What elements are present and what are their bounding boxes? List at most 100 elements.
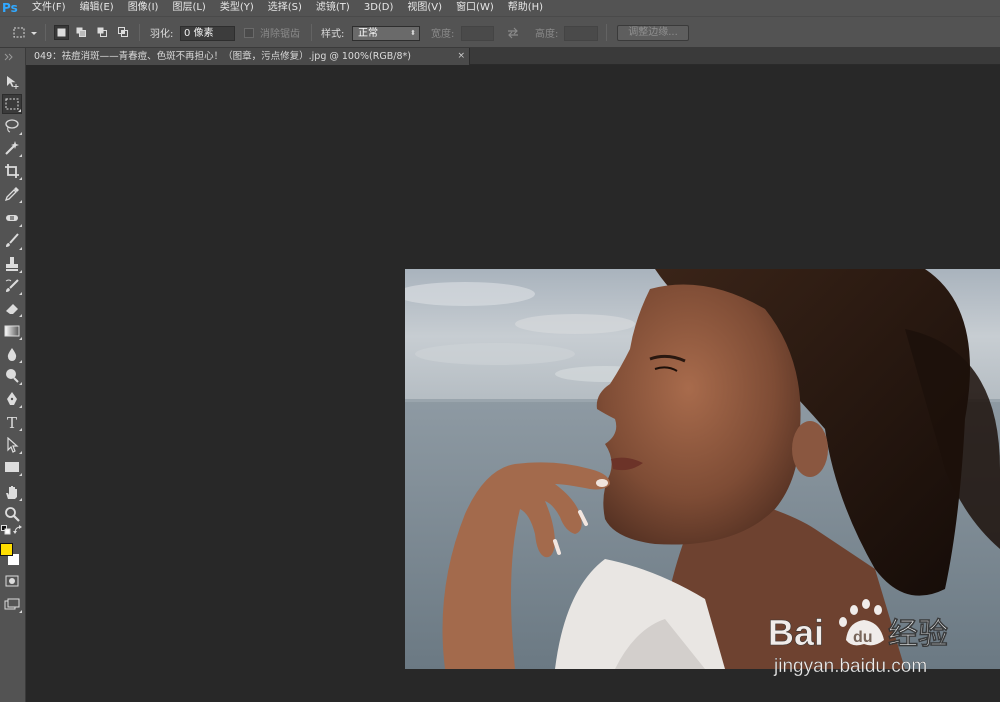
swap-arrows-icon: [508, 27, 518, 38]
baidu-logo: Bai du 经验 jingyan.baidu.com: [768, 599, 948, 677]
brush-icon: [6, 233, 19, 247]
svg-text:T: T: [7, 414, 17, 430]
pen-icon: [7, 392, 17, 405]
type-tool[interactable]: T: [2, 412, 22, 432]
menu-image[interactable]: 图像(I): [121, 0, 166, 16]
collapse-arrows-icon: [4, 53, 13, 61]
tools-panel: T: [0, 66, 26, 702]
zoom-icon: [5, 507, 20, 522]
default-colors-icon: [1, 525, 11, 535]
style-label: 样式:: [321, 29, 345, 40]
pen-tool[interactable]: [2, 389, 22, 409]
rectangle-tool[interactable]: [2, 457, 22, 477]
menu-select[interactable]: 选择(S): [261, 0, 309, 16]
width-input[interactable]: [461, 26, 494, 41]
move-icon: [7, 76, 19, 89]
gradient-tool[interactable]: [2, 321, 22, 341]
dodge-tool[interactable]: [2, 366, 22, 386]
height-label: 高度:: [535, 29, 559, 40]
path-select-icon: [7, 437, 19, 453]
close-tab-icon[interactable]: ×: [457, 48, 465, 65]
eraser-icon: [6, 304, 18, 314]
menu-help[interactable]: 帮助(H): [501, 0, 550, 16]
dodge-icon: [6, 369, 19, 383]
bandage-icon: [6, 215, 18, 221]
feather-input[interactable]: 0 像素: [180, 26, 235, 41]
dropdown-caret-icon: ⬍: [410, 29, 416, 37]
eyedropper-icon: [4, 187, 19, 202]
subtract-selection-icon: [97, 27, 107, 37]
menu-bar: Ps 文件(F) 编辑(E) 图像(I) 图层(L) 类型(Y) 选择(S) 滤…: [0, 0, 1000, 16]
swap-colors-button[interactable]: [12, 524, 24, 536]
toolbar-grip[interactable]: [0, 48, 26, 66]
height-input[interactable]: [564, 26, 598, 41]
clone-stamp-tool[interactable]: [2, 254, 22, 274]
swap-colors-icon: [13, 525, 22, 534]
refine-edge-button[interactable]: 调整边缘...: [617, 25, 689, 41]
magic-wand-tool[interactable]: [2, 138, 22, 158]
menu-window[interactable]: 窗口(W): [449, 0, 501, 16]
rectangular-marquee-tool[interactable]: [2, 94, 22, 114]
antialias-checkbox[interactable]: [244, 27, 254, 38]
gradient-icon: [4, 325, 20, 337]
crop-tool[interactable]: [2, 161, 22, 181]
foreground-color-swatch[interactable]: [0, 543, 13, 556]
antialias-label: 消除锯齿: [260, 29, 300, 40]
screen-mode-icon: [4, 598, 20, 609]
style-dropdown[interactable]: 正常 ⬍: [352, 26, 420, 41]
swap-dimensions-button[interactable]: [506, 17, 520, 48]
add-selection-button[interactable]: [74, 25, 89, 40]
photoshop-logo: Ps: [2, 1, 18, 15]
menu-3d[interactable]: 3D(D): [357, 0, 401, 16]
type-icon: T: [7, 414, 17, 430]
menu-type[interactable]: 类型(Y): [213, 0, 261, 16]
svg-text:du: du: [853, 629, 873, 646]
document-tab-title: 049：祛痘消斑——青春痘、色斑不再担心！（图章，污点修复）.jpg @ 100…: [34, 51, 411, 62]
intersect-selection-icon: [118, 27, 128, 37]
history-brush-tool[interactable]: [2, 276, 22, 296]
path-selection-tool[interactable]: [2, 435, 22, 455]
move-tool[interactable]: [2, 72, 22, 92]
spot-healing-brush-tool[interactable]: [2, 208, 22, 228]
document-tab-bar: 049：祛痘消斑——青春痘、色斑不再担心！（图章，污点修复）.jpg @ 100…: [26, 48, 1000, 65]
eyedropper-tool[interactable]: [2, 184, 22, 204]
add-selection-icon: [76, 27, 86, 37]
baidu-watermark: Bai du 经验 jingyan.baidu.com: [768, 596, 1000, 680]
quick-mask-icon: [5, 575, 19, 587]
quick-mask-button[interactable]: [2, 571, 22, 591]
blur-tool[interactable]: [2, 344, 22, 364]
menu-layer[interactable]: 图层(L): [165, 0, 212, 16]
feather-label: 羽化:: [150, 29, 174, 40]
marquee-icon: [5, 98, 19, 110]
menu-view[interactable]: 视图(V): [400, 0, 449, 16]
menu-filter[interactable]: 滤镜(T): [309, 0, 357, 16]
screen-mode-button[interactable]: [2, 594, 22, 614]
hand-icon: [6, 486, 17, 499]
crop-icon: [5, 164, 19, 178]
lasso-icon: [5, 119, 19, 133]
lasso-tool[interactable]: [2, 116, 22, 136]
hand-tool[interactable]: [2, 482, 22, 502]
baidu-jingyan-text: 经验: [888, 617, 948, 652]
menu-edit[interactable]: 编辑(E): [73, 0, 121, 16]
default-colors-button[interactable]: [0, 524, 12, 536]
menu-file[interactable]: 文件(F): [24, 0, 73, 16]
width-label: 宽度:: [431, 29, 455, 40]
subtract-selection-button[interactable]: [95, 25, 110, 40]
new-selection-icon: [57, 28, 66, 37]
rectangle-shape-icon: [5, 462, 19, 472]
marquee-preset-icon: [13, 27, 37, 37]
style-value: 正常: [358, 28, 378, 39]
options-bar: 羽化: 0 像素 消除锯齿 样式: 正常 ⬍ 宽度: 高度: 调整边缘...: [0, 16, 1000, 48]
eraser-tool[interactable]: [2, 298, 22, 318]
document-tab[interactable]: 049：祛痘消斑——青春痘、色斑不再担心！（图章，污点修复）.jpg @ 100…: [26, 48, 470, 65]
new-selection-button[interactable]: [54, 25, 69, 40]
drop-icon: [7, 348, 17, 361]
tool-preset-picker[interactable]: [12, 17, 38, 48]
intersect-selection-button[interactable]: [116, 25, 131, 40]
magic-wand-icon: [5, 141, 19, 155]
history-brush-icon: [5, 279, 19, 292]
zoom-tool[interactable]: [2, 504, 22, 524]
brush-tool[interactable]: [2, 231, 22, 251]
stamp-icon: [6, 257, 18, 271]
